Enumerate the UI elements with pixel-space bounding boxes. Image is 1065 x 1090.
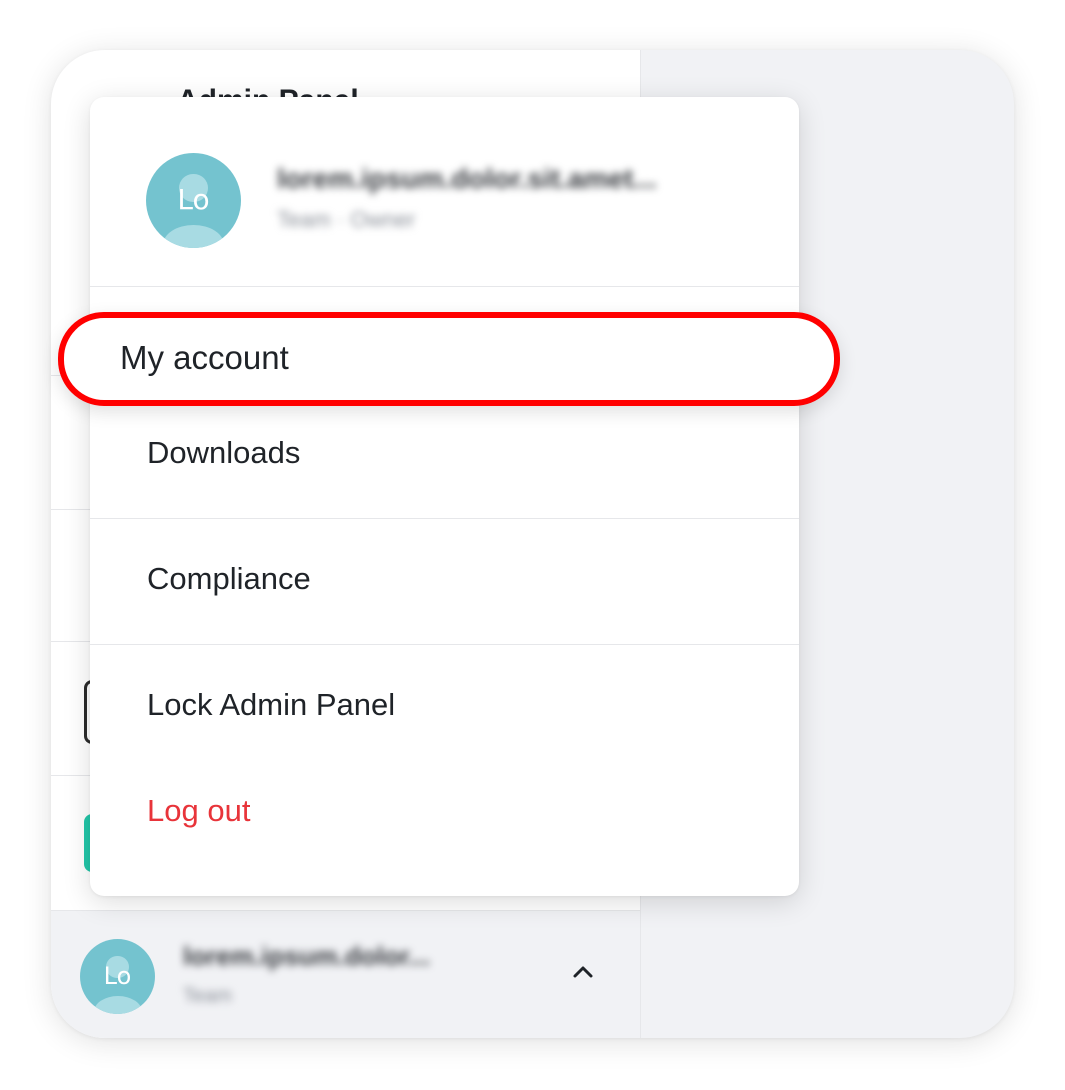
user-name: lorem.ipsum.dolor.sit.amet... [277, 163, 657, 194]
chevron-up-icon[interactable] [570, 959, 596, 985]
user-name: lorem.ipsum.dolor... [183, 941, 431, 971]
menu-item-lock-admin-panel[interactable]: Lock Admin Panel [90, 645, 799, 755]
menu-item-label: Compliance [147, 561, 311, 596]
avatar: Lo [80, 939, 155, 1014]
menu-item-downloads[interactable]: Downloads [90, 417, 799, 517]
user-role: Team [183, 985, 232, 1007]
avatar: Lo [146, 153, 241, 248]
menu-item-label: Log out [147, 793, 251, 828]
menu-item-label: My account [120, 339, 289, 376]
menu-item-my-account[interactable]: My account [58, 312, 840, 406]
user-dropdown-menu: Lo lorem.ipsum.dolor.sit.amet... Team · … [90, 97, 799, 896]
menu-item-label: Downloads [147, 435, 301, 470]
avatar-initials: Lo [103, 962, 132, 990]
menu-item-log-out[interactable]: Log out [90, 757, 799, 857]
user-role: Team · Owner [277, 207, 416, 232]
menu-item-compliance[interactable]: Compliance [90, 519, 799, 644]
dropdown-user-header: Lo lorem.ipsum.dolor.sit.amet... Team · … [90, 97, 799, 287]
user-menu-trigger[interactable]: Lo lorem.ipsum.dolor... Team [51, 910, 640, 1038]
menu-item-label: Lock Admin Panel [147, 687, 396, 722]
avatar-initials: Lo [177, 183, 210, 216]
